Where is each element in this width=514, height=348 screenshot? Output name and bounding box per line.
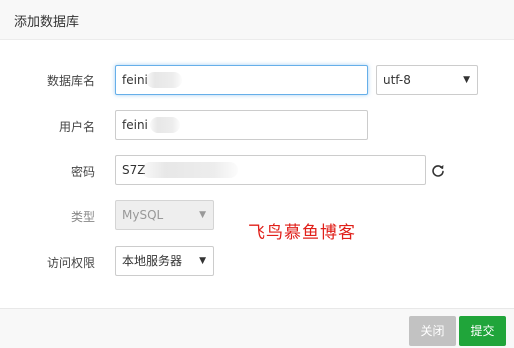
type-select: MySQL ▼ xyxy=(115,200,214,230)
username-input[interactable]: feini xyxy=(115,110,368,140)
username-label: 用户名 xyxy=(58,120,95,134)
type-label: 类型 xyxy=(70,210,95,224)
submit-button[interactable]: 提交 xyxy=(459,316,506,346)
access-select[interactable]: 本地服务器 ▼ xyxy=(115,246,214,276)
dialog-footer: 关闭 提交 xyxy=(0,308,514,348)
chevron-down-icon: ▼ xyxy=(199,210,206,220)
chevron-down-icon: ▼ xyxy=(463,75,470,85)
add-database-dialog: 添加数据库 数据库名 feini utf-8 ▼ 用户名 feini 密码 S7… xyxy=(0,0,514,348)
db-name-label: 数据库名 xyxy=(46,74,95,88)
password-input[interactable]: S7Z xyxy=(115,155,426,185)
access-value: 本地服务器 xyxy=(122,254,183,268)
type-value: MySQL xyxy=(122,208,164,222)
db-name-input[interactable]: feini xyxy=(115,65,368,95)
chevron-down-icon: ▼ xyxy=(199,256,206,266)
redaction-blur xyxy=(150,117,180,133)
db-name-value: feini xyxy=(122,73,148,87)
redaction-blur xyxy=(142,162,238,178)
dialog-title: 添加数据库 xyxy=(14,15,80,30)
username-value: feini xyxy=(122,118,148,132)
refresh-icon[interactable] xyxy=(431,164,445,178)
close-button[interactable]: 关闭 xyxy=(409,316,456,346)
charset-select[interactable]: utf-8 ▼ xyxy=(376,65,478,95)
password-label: 密码 xyxy=(70,165,95,179)
access-label: 访问权限 xyxy=(46,256,95,270)
dialog-header: 添加数据库 xyxy=(0,0,514,40)
redaction-blur xyxy=(146,72,182,88)
charset-value: utf-8 xyxy=(383,73,411,87)
watermark: 飞鸟慕鱼博客 xyxy=(248,223,356,243)
